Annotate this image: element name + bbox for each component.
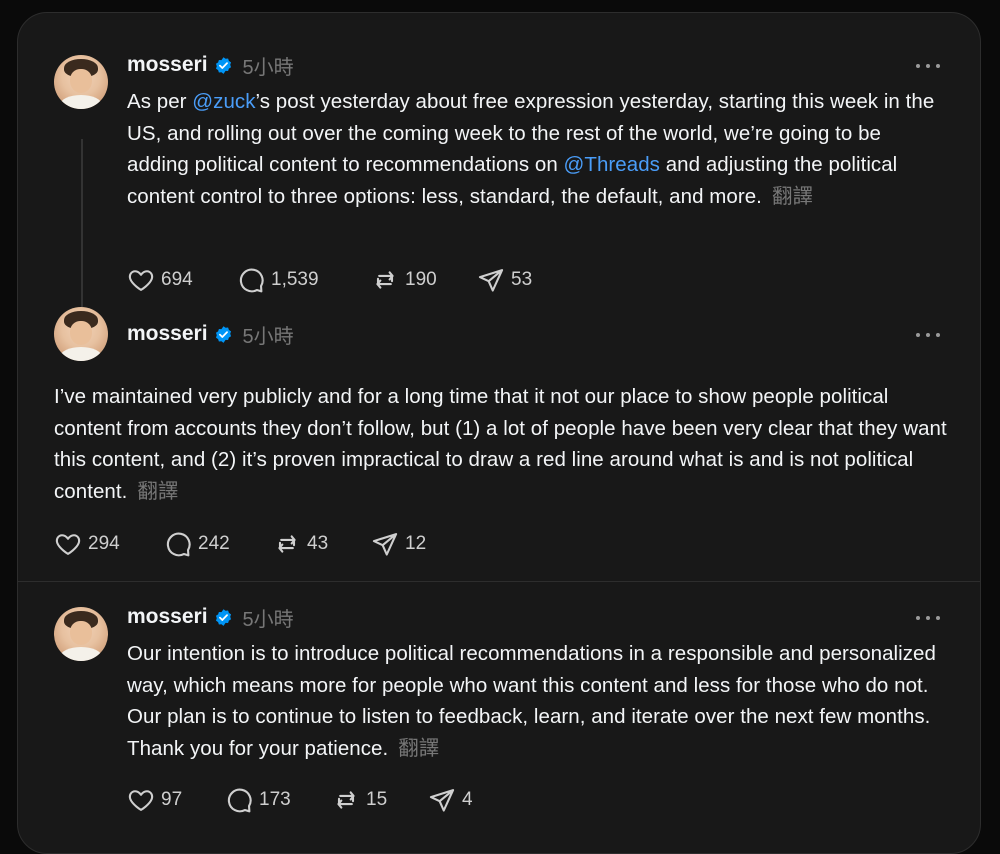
post-divider xyxy=(18,581,980,582)
like-button[interactable]: 694 xyxy=(127,266,237,294)
heart-icon xyxy=(128,270,154,291)
share-button[interactable]: 53 xyxy=(477,266,532,294)
reply-count: 1,539 xyxy=(271,269,319,290)
reply-button[interactable]: 173 xyxy=(225,786,332,814)
like-count: 97 xyxy=(161,789,183,810)
repost-button[interactable]: 43 xyxy=(273,530,371,558)
post-body: Our intention is to introduce political … xyxy=(127,642,936,760)
comment-icon xyxy=(166,532,191,557)
send-icon xyxy=(429,789,455,812)
share-button[interactable]: 4 xyxy=(428,786,473,814)
translate-link[interactable]: 翻譯 xyxy=(398,737,439,760)
post-body: I’ve maintained very publicly and for a … xyxy=(54,385,947,503)
repost-icon xyxy=(337,791,355,809)
mention-zuck[interactable]: @zuck xyxy=(192,90,255,113)
repost-button[interactable]: 190 xyxy=(371,266,477,294)
post-time[interactable]: 5小時 xyxy=(243,320,294,349)
share-count: 4 xyxy=(462,789,473,810)
like-button[interactable]: 97 xyxy=(127,786,225,814)
verified-badge-icon xyxy=(215,608,231,626)
repost-count: 190 xyxy=(405,269,437,290)
post-body: As per @zuck’s post yesterday about free… xyxy=(127,90,935,208)
reply-count: 173 xyxy=(259,789,291,810)
post-header: mosseri 5小時 xyxy=(127,320,294,348)
share-count: 12 xyxy=(405,533,427,554)
share-count: 53 xyxy=(511,269,533,290)
post-time[interactable]: 5小時 xyxy=(243,603,294,632)
repost-icon xyxy=(278,535,296,553)
username[interactable]: mosseri xyxy=(127,53,208,77)
reply-button[interactable]: 242 xyxy=(164,530,273,558)
post-time[interactable]: 5小時 xyxy=(243,51,294,80)
reply-count: 242 xyxy=(198,533,230,554)
repost-count: 43 xyxy=(307,533,329,554)
username[interactable]: mosseri xyxy=(127,605,208,629)
post-header: mosseri 5小時 xyxy=(127,51,294,79)
more-dots-icon[interactable] xyxy=(916,325,940,345)
more-dots-icon[interactable] xyxy=(916,56,940,76)
avatar[interactable] xyxy=(54,607,108,661)
heart-icon xyxy=(128,790,154,811)
avatar[interactable] xyxy=(54,307,108,361)
verified-badge-icon xyxy=(215,325,231,343)
verified-badge-icon xyxy=(215,56,231,74)
translate-link[interactable]: 翻譯 xyxy=(137,480,178,503)
translate-link[interactable]: 翻譯 xyxy=(772,185,813,208)
thread-connector-line xyxy=(81,139,83,307)
repost-icon xyxy=(376,271,394,289)
comment-icon xyxy=(239,268,264,293)
like-count: 694 xyxy=(161,269,193,290)
mention-threads[interactable]: @Threads xyxy=(564,153,660,176)
action-bar: 294 242 43 12 xyxy=(54,530,426,558)
action-bar: 97 173 15 4 xyxy=(127,786,473,814)
reply-button[interactable]: 1,539 xyxy=(237,266,371,294)
send-icon xyxy=(478,269,504,292)
username[interactable]: mosseri xyxy=(127,322,208,346)
send-icon xyxy=(372,533,398,556)
comment-icon xyxy=(227,788,252,813)
heart-icon xyxy=(55,534,81,555)
like-count: 294 xyxy=(88,533,120,554)
repost-button[interactable]: 15 xyxy=(332,786,428,814)
thread-panel: mosseri 5小時 As per @zuck’s post yesterda… xyxy=(17,12,981,854)
avatar[interactable] xyxy=(54,55,108,109)
post-header: mosseri 5小時 xyxy=(127,603,294,631)
action-bar: 694 1,539 190 53 xyxy=(127,266,532,294)
more-dots-icon[interactable] xyxy=(916,608,940,628)
like-button[interactable]: 294 xyxy=(54,530,164,558)
repost-count: 15 xyxy=(366,789,388,810)
share-button[interactable]: 12 xyxy=(371,530,426,558)
